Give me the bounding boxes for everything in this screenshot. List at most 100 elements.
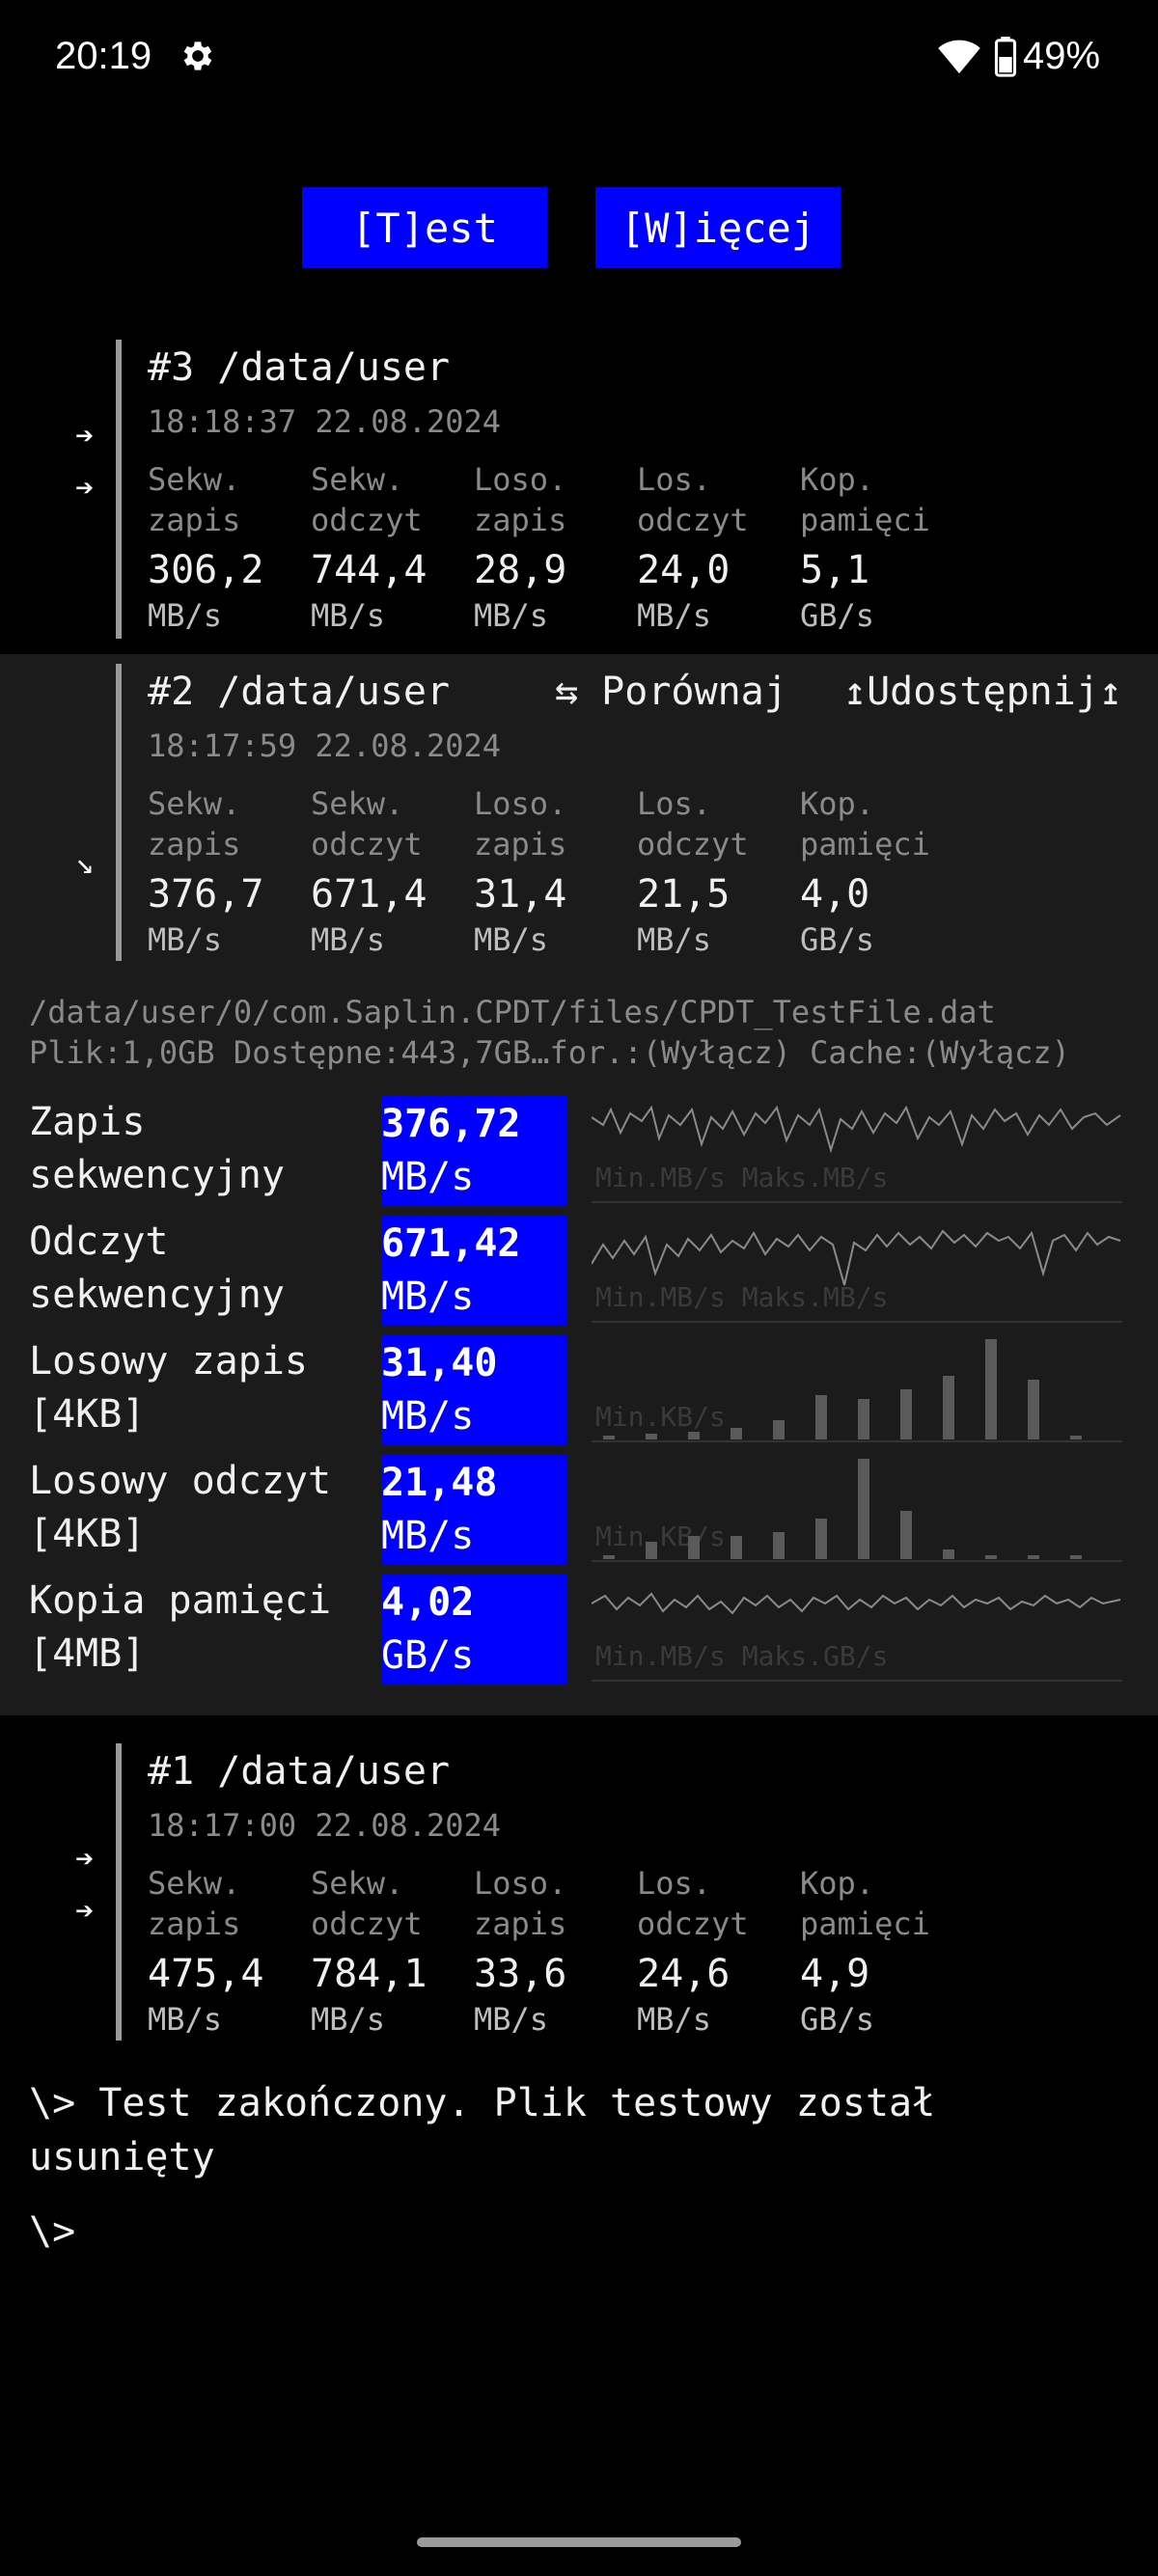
metric-value-box: 4,02 GB/s	[381, 1575, 566, 1685]
metric-row-seq-write: Zapis sekwencyjny 376,72 MB/s Min.MB/s Ma…	[0, 1096, 1158, 1216]
result-unit: MB/s	[474, 921, 549, 958]
random-write-histogram: Min.KB/s	[592, 1339, 1122, 1442]
ghost-label: Min.MB/s Maks.GB/s	[595, 1640, 888, 1672]
result-value: 4,0	[800, 872, 870, 917]
arrow-right-icon: ➔	[75, 1840, 95, 1877]
memcopy-sparkline: Min.MB/s Maks.GB/s	[592, 1592, 1122, 1682]
column-label: Sekw. zapis	[148, 461, 241, 538]
sparkline	[592, 1229, 1121, 1286]
result-value: 475,4	[148, 1952, 264, 1996]
arrow-right-icon: ➔	[75, 417, 95, 453]
seq-read-sparkline: Min.MB/s Maks.MB/s	[592, 1229, 1122, 1323]
metric-unit: MB/s	[381, 1274, 475, 1319]
console-message: \> Test zakończony. Plik testowy został …	[29, 2081, 936, 2179]
share-button[interactable]: ↥Udostępnij↥	[843, 670, 1122, 714]
metric-name: Odczyt sekwencyjny	[29, 1219, 285, 1317]
sparkline	[592, 1105, 1121, 1154]
metric-unit: MB/s	[381, 1155, 475, 1199]
result-row[interactable]: ➔ ➔ #1 /data/user 18:17:00 22.08.2024 Se…	[0, 1743, 1158, 2042]
metric-row-memcopy: Kopia pamięci [4MB] 4,02 GB/s Min.MB/s Ma…	[0, 1575, 1158, 1694]
column-label: Los. odczyt	[637, 461, 749, 538]
ghost-label: Min.MB/s Maks.MB/s	[595, 1162, 888, 1193]
metric-row-seq-read: Odczyt sekwencyjny 671,42 MB/s Min.MB/s M…	[0, 1216, 1158, 1335]
metric-value: 671,42	[381, 1221, 521, 1266]
result-unit: MB/s	[637, 921, 712, 958]
column-label: Sekw. odczyt	[311, 785, 423, 863]
result-unit: MB/s	[148, 2001, 223, 2038]
expanded-result-panel: ↘ #2 /data/user ⇆ Porównaj ↥Udostępnij↥ …	[0, 654, 1158, 1715]
result-value: 24,6	[637, 1952, 731, 1996]
ghost-label: Min.KB/s	[595, 1401, 726, 1433]
metric-unit: MB/s	[381, 1514, 475, 1558]
status-bar: 20:19 49%	[0, 0, 1158, 116]
arrow-right-icon: ➔	[75, 469, 95, 506]
metric-value-box: 21,48 MB/s	[381, 1455, 566, 1565]
metric-value-box: 671,42 MB/s	[381, 1216, 566, 1326]
result-value: 744,4	[311, 548, 427, 592]
battery-percent: 49%	[1023, 35, 1101, 77]
result-marker-bar	[116, 1743, 122, 2041]
result-unit: GB/s	[800, 597, 875, 634]
metric-unit: MB/s	[381, 1394, 475, 1439]
result-unit: MB/s	[311, 921, 386, 958]
compare-button[interactable]: ⇆ Porównaj	[555, 670, 787, 714]
metric-value: 21,48	[381, 1461, 498, 1505]
result-title: #1 /data/user	[148, 1749, 451, 1794]
metric-value: 4,02	[381, 1580, 475, 1625]
result-marker-bar	[116, 340, 122, 639]
metric-unit: GB/s	[381, 1633, 475, 1678]
column-label: Los. odczyt	[637, 1865, 749, 1942]
result-value: 28,9	[474, 548, 567, 592]
column-label: Sekw. zapis	[148, 1865, 241, 1942]
column-label: Kop. pamięci	[800, 785, 930, 863]
result-value: 4,9	[800, 1952, 870, 1996]
result-unit: GB/s	[800, 921, 875, 958]
result-row[interactable]: ➔ ➔ #3 /data/user 18:18:37 22.08.2024 Se…	[0, 338, 1158, 642]
console-prompt[interactable]: \>	[29, 2205, 75, 2259]
settings-gear-icon	[183, 41, 212, 70]
wifi-icon	[938, 40, 980, 74]
result-date: 18:17:59 22.08.2024	[148, 727, 502, 764]
column-label: Loso. zapis	[474, 785, 567, 863]
column-label: Sekw. odczyt	[311, 1865, 423, 1942]
result-unit: MB/s	[311, 2001, 386, 2038]
sparkline	[592, 1592, 1121, 1615]
column-label: Kop. pamięci	[800, 1865, 930, 1942]
metric-name: Losowy odczyt [4KB]	[29, 1459, 332, 1556]
metric-value-box: 31,40 MB/s	[381, 1335, 566, 1445]
result-row[interactable]: ↘ #2 /data/user ⇆ Porównaj ↥Udostępnij↥ …	[0, 654, 1158, 963]
metric-name: Kopia pamięci [4MB]	[29, 1578, 332, 1676]
result-marker-bar	[116, 664, 122, 961]
test-file-info[interactable]: Plik:1,0GB Dostępne:443,7GB…for.:(Wyłącz…	[29, 1034, 1070, 1071]
result-unit: MB/s	[148, 597, 223, 634]
test-button[interactable]: [T]est	[302, 187, 547, 268]
result-unit: MB/s	[474, 2001, 549, 2038]
result-value: 5,1	[800, 548, 870, 592]
ghost-label: Min.KB/s	[595, 1521, 726, 1552]
result-value: 671,4	[311, 872, 427, 917]
test-file-path: /data/user/0/com.Saplin.CPDT/files/CPDT_…	[29, 994, 996, 1030]
seq-write-sparkline: Min.MB/s Maks.MB/s	[592, 1105, 1122, 1203]
metric-value: 31,40	[381, 1341, 498, 1385]
arrow-down-right-icon: ↘	[75, 844, 95, 881]
metric-row-random-write: Losowy zapis [4KB] 31,40 MB/s Min.KB/s	[0, 1335, 1158, 1455]
result-unit: MB/s	[637, 2001, 712, 2038]
result-unit: MB/s	[148, 921, 223, 958]
metric-value-box: 376,72 MB/s	[381, 1096, 566, 1206]
result-date: 18:18:37 22.08.2024	[148, 403, 502, 440]
result-value: 33,6	[474, 1952, 567, 1996]
column-label: Sekw. zapis	[148, 785, 241, 863]
metric-name: Losowy zapis [4KB]	[29, 1339, 308, 1437]
column-label: Loso. zapis	[474, 1865, 567, 1942]
metric-value: 376,72	[381, 1102, 521, 1146]
ghost-label: Min.MB/s Maks.MB/s	[595, 1281, 888, 1313]
home-indicator[interactable]	[417, 2537, 741, 2547]
column-label: Los. odczyt	[637, 785, 749, 863]
battery-icon	[994, 37, 1017, 77]
column-label: Kop. pamięci	[800, 461, 930, 538]
result-value: 376,7	[148, 872, 264, 917]
more-button[interactable]: [W]ięcej	[595, 187, 841, 268]
clock: 20:19	[55, 35, 152, 77]
result-value: 784,1	[311, 1952, 427, 1996]
result-unit: GB/s	[800, 2001, 875, 2038]
